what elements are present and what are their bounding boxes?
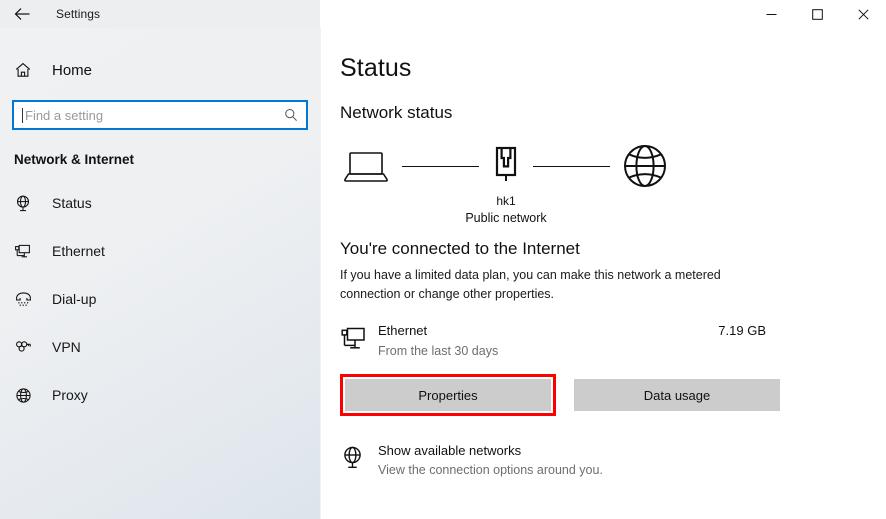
globe-icon [14, 386, 40, 405]
search-icon[interactable] [282, 108, 300, 122]
ethernet-icon [14, 242, 40, 261]
connection-row: Ethernet From the last 30 days 7.19 GB [340, 322, 766, 360]
window-body: Home Network & Internet [0, 0, 886, 519]
network-status-heading: Network status [340, 103, 453, 122]
connection-subtitle: From the last 30 days [378, 344, 499, 358]
close-button[interactable] [840, 0, 886, 28]
window-controls [320, 0, 886, 28]
maximize-button[interactable] [794, 0, 840, 28]
main-content: Status Network status hk1 Public network… [320, 0, 886, 519]
sidebar-nav-list: Status Ethernet Dial-up VPN Proxy [0, 185, 320, 413]
connection-name: Ethernet [378, 323, 428, 338]
settings-window: Home Network & Internet [0, 0, 886, 519]
sidebar-item-vpn[interactable]: VPN [0, 329, 320, 365]
globe-status-icon [340, 442, 378, 476]
ethernet-monitor-icon [340, 322, 378, 357]
sidebar-item-home-label: Home [52, 61, 93, 79]
show-networks-subtitle: View the connection options around you. [378, 463, 603, 477]
phone-icon [14, 290, 40, 309]
sidebar-item-proxy[interactable]: Proxy [0, 377, 320, 413]
show-networks-text: Show available networks View the connect… [378, 442, 603, 479]
action-buttons: Properties Data usage [340, 374, 886, 416]
page-title: Status [340, 54, 412, 82]
sidebar-item-ethernet-label: Ethernet [52, 243, 105, 259]
sidebar-section-title: Network & Internet [14, 152, 135, 167]
search-box[interactable] [12, 100, 308, 130]
connection-text: Ethernet From the last 30 days [378, 322, 718, 360]
data-usage-button[interactable]: Data usage [574, 379, 780, 411]
network-diagram: hk1 Public network [340, 137, 670, 233]
sidebar-item-ethernet[interactable]: Ethernet [0, 233, 320, 269]
minimize-button[interactable] [748, 0, 794, 28]
search-input[interactable] [23, 107, 282, 123]
show-available-networks[interactable]: Show available networks View the connect… [340, 442, 760, 479]
globe-icon [620, 141, 670, 191]
show-networks-title: Show available networks [378, 443, 522, 458]
network-name: hk1 [496, 194, 516, 208]
title-bar: Settings [0, 0, 886, 28]
sidebar-item-dialup[interactable]: Dial-up [0, 281, 320, 317]
sidebar-item-dialup-label: Dial-up [52, 291, 97, 307]
globe-status-icon [14, 194, 40, 213]
properties-button[interactable]: Properties [345, 379, 551, 411]
sidebar: Home Network & Internet [0, 0, 320, 519]
diagram-link-right [533, 165, 610, 167]
title-bar-left: Settings [0, 0, 320, 28]
back-arrow-icon[interactable] [0, 0, 44, 28]
connection-usage: 7.19 GB [718, 323, 766, 338]
properties-highlight-box: Properties [340, 374, 556, 416]
laptop-icon [340, 146, 392, 186]
ethernet-port-icon [489, 144, 523, 188]
data-usage-wrap: Data usage [566, 374, 780, 416]
sidebar-item-status[interactable]: Status [0, 185, 320, 221]
sidebar-item-status-label: Status [52, 195, 92, 211]
home-icon [14, 61, 40, 79]
network-type: Public network [465, 211, 547, 225]
connected-description: If you have a limited data plan, you can… [340, 268, 721, 301]
connected-heading: You're connected to the Internet [340, 239, 580, 258]
diagram-caption: hk1 Public network [436, 193, 576, 227]
sidebar-item-vpn-label: VPN [52, 339, 81, 355]
sidebar-item-home[interactable]: Home [0, 52, 320, 88]
app-title: Settings [56, 7, 101, 21]
sidebar-item-proxy-label: Proxy [52, 387, 88, 403]
vpn-key-icon [14, 338, 40, 357]
diagram-link-left [402, 165, 479, 167]
